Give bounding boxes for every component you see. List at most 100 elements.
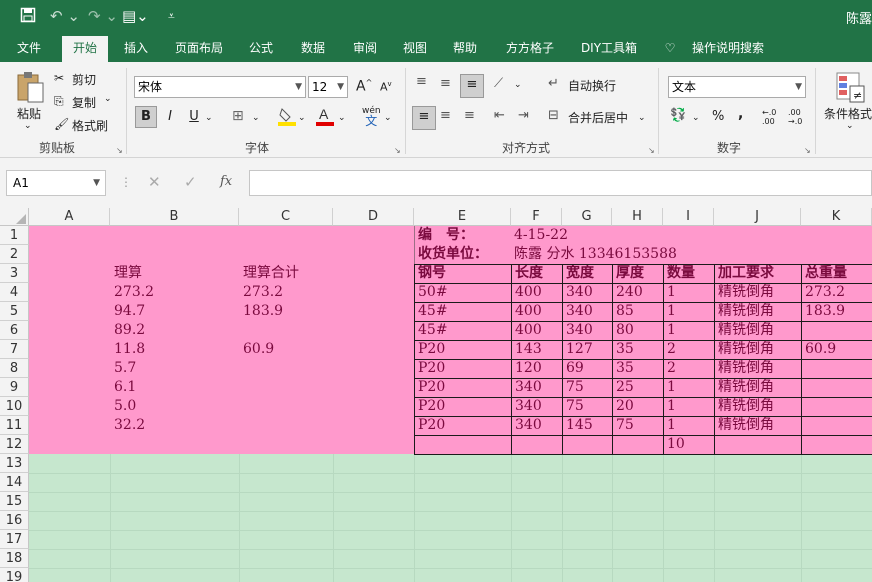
table-cell[interactable]: 2 bbox=[667, 359, 676, 378]
table-header-cell[interactable]: 宽度 bbox=[566, 264, 594, 283]
align-right-icon[interactable]: ≡ bbox=[464, 108, 475, 123]
table-header-cell[interactable]: 数量 bbox=[667, 264, 695, 283]
formula-input[interactable] bbox=[249, 170, 872, 196]
orientation-icon[interactable]: ⟋ bbox=[494, 76, 503, 91]
table-cell[interactable]: 50# bbox=[418, 283, 448, 302]
cell-b10[interactable]: 5.0 bbox=[114, 397, 136, 416]
alignment-launcher-icon[interactable]: ↘ bbox=[648, 146, 655, 155]
cell-f2[interactable]: 陈露 分水 13346153588 bbox=[514, 245, 677, 264]
column-header-c[interactable]: C bbox=[239, 208, 333, 226]
cell-f1[interactable]: 4-15-22 bbox=[514, 226, 568, 245]
fill-color-icon[interactable] bbox=[278, 106, 296, 129]
align-left-icon[interactable]: ≡ bbox=[412, 106, 436, 130]
lightbulb-icon[interactable]: ♡ bbox=[660, 34, 680, 62]
tab-help[interactable]: 帮助 bbox=[444, 34, 486, 62]
currency-dropdown-icon[interactable]: ⌄ bbox=[692, 113, 700, 123]
tab-insert[interactable]: 插入 bbox=[114, 34, 158, 62]
table-cell[interactable]: P20 bbox=[418, 340, 445, 359]
table-header-cell[interactable]: 长度 bbox=[515, 264, 543, 283]
column-header-d[interactable]: D bbox=[333, 208, 414, 226]
table-cell[interactable]: 183.9 bbox=[805, 302, 845, 321]
table-cell[interactable]: 340 bbox=[566, 302, 593, 321]
row-header-3[interactable]: 3 bbox=[0, 264, 29, 283]
table-header-cell[interactable]: 总重量 bbox=[805, 264, 847, 283]
table-cell[interactable]: 1 bbox=[667, 378, 676, 397]
increase-decimal-button[interactable]: ←.0.00 bbox=[762, 108, 776, 126]
table-cell[interactable]: 75 bbox=[616, 416, 634, 435]
table-cell[interactable]: 精铣倒角 bbox=[718, 283, 774, 302]
row-header-12[interactable]: 12 bbox=[0, 435, 29, 454]
row-header-5[interactable]: 5 bbox=[0, 302, 29, 321]
table-cell[interactable]: 340 bbox=[515, 397, 542, 416]
table-cell[interactable]: 340 bbox=[515, 416, 542, 435]
tab-diy-toolbox[interactable]: DIY工具箱 bbox=[574, 34, 644, 62]
conditional-format-icon[interactable]: ≠ bbox=[836, 72, 866, 107]
table-cell[interactable]: P20 bbox=[418, 359, 445, 378]
row-header-15[interactable]: 15 bbox=[0, 492, 29, 511]
table-cell[interactable]: 25 bbox=[616, 378, 634, 397]
bold-button[interactable]: B bbox=[135, 106, 157, 128]
chevron-down-icon[interactable]: ▼ bbox=[93, 171, 100, 195]
cut-button[interactable]: 剪切 bbox=[72, 71, 96, 88]
column-header-h[interactable]: H bbox=[612, 208, 663, 226]
cell-i12-total[interactable]: 10 bbox=[667, 435, 685, 454]
table-cell[interactable]: 精铣倒角 bbox=[718, 416, 774, 435]
increase-indent-icon[interactable]: ⇥ bbox=[518, 108, 529, 123]
cancel-icon[interactable]: ✕ bbox=[148, 173, 161, 191]
table-header-cell[interactable]: 加工要求 bbox=[718, 264, 774, 283]
row-header-7[interactable]: 7 bbox=[0, 340, 29, 359]
fill-color-dropdown-icon[interactable]: ⌄ bbox=[298, 113, 306, 123]
orientation-dropdown-icon[interactable]: ⌄ bbox=[514, 80, 522, 90]
row-header-17[interactable]: 17 bbox=[0, 530, 29, 549]
table-cell[interactable]: 1 bbox=[667, 321, 676, 340]
merge-dropdown-icon[interactable]: ⌄ bbox=[638, 113, 646, 123]
table-cell[interactable]: 143 bbox=[515, 340, 542, 359]
row-header-14[interactable]: 14 bbox=[0, 473, 29, 492]
row-header-10[interactable]: 10 bbox=[0, 397, 29, 416]
cell-b9[interactable]: 6.1 bbox=[114, 378, 136, 397]
italic-button[interactable]: I bbox=[160, 106, 180, 128]
table-cell[interactable]: 精铣倒角 bbox=[718, 321, 774, 340]
underline-dropdown-icon[interactable]: ⌄ bbox=[205, 113, 213, 123]
underline-button[interactable]: U bbox=[184, 106, 204, 128]
row-header-9[interactable]: 9 bbox=[0, 378, 29, 397]
table-header-cell[interactable]: 厚度 bbox=[616, 264, 644, 283]
shrink-font-button[interactable]: Av bbox=[380, 80, 392, 94]
table-header-cell[interactable]: 钢号 bbox=[418, 264, 446, 283]
table-cell[interactable]: 340 bbox=[566, 321, 593, 340]
row-header-2[interactable]: 2 bbox=[0, 245, 29, 264]
cell-b11[interactable]: 32.2 bbox=[114, 416, 145, 435]
cell-c5[interactable]: 183.9 bbox=[243, 302, 283, 321]
table-cell[interactable]: 45# bbox=[418, 321, 448, 340]
borders-icon[interactable]: ⊞ bbox=[232, 108, 244, 124]
clipboard-launcher-icon[interactable]: ↘ bbox=[116, 146, 123, 155]
tab-home[interactable]: 开始 bbox=[62, 36, 108, 62]
decrease-decimal-button[interactable]: .00 →.0 bbox=[788, 108, 802, 126]
currency-icon[interactable]: 💱 bbox=[670, 108, 686, 123]
redo-icon[interactable]: ↷ ⌄ bbox=[88, 7, 118, 25]
table-cell[interactable]: 精铣倒角 bbox=[718, 397, 774, 416]
table-cell[interactable]: 120 bbox=[515, 359, 542, 378]
align-top-icon[interactable]: ≡ bbox=[416, 74, 427, 89]
cell-c4[interactable]: 273.2 bbox=[243, 283, 283, 302]
table-cell[interactable]: 精铣倒角 bbox=[718, 340, 774, 359]
cell-b8[interactable]: 5.7 bbox=[114, 359, 136, 378]
table-cell[interactable]: P20 bbox=[418, 397, 445, 416]
column-header-b[interactable]: B bbox=[110, 208, 239, 226]
table-cell[interactable]: 35 bbox=[616, 340, 634, 359]
enter-icon[interactable]: ✓ bbox=[184, 173, 197, 191]
font-color-dropdown-icon[interactable]: ⌄ bbox=[338, 113, 346, 123]
row-header-6[interactable]: 6 bbox=[0, 321, 29, 340]
table-cell[interactable]: 精铣倒角 bbox=[718, 359, 774, 378]
table-cell[interactable]: P20 bbox=[418, 416, 445, 435]
column-header-j[interactable]: J bbox=[714, 208, 801, 226]
cell-b7[interactable]: 11.8 bbox=[114, 340, 145, 359]
cell-b3[interactable]: 理算 bbox=[114, 264, 142, 283]
grow-font-button[interactable]: A^ bbox=[356, 78, 372, 95]
column-header-e[interactable]: E bbox=[414, 208, 511, 226]
phonetic-dropdown-icon[interactable]: ⌄ bbox=[384, 113, 392, 123]
table-cell[interactable]: 2 bbox=[667, 340, 676, 359]
paste-button[interactable]: 粘贴 bbox=[17, 105, 41, 122]
tab-data[interactable]: 数据 bbox=[292, 34, 334, 62]
table-cell[interactable]: 1 bbox=[667, 416, 676, 435]
